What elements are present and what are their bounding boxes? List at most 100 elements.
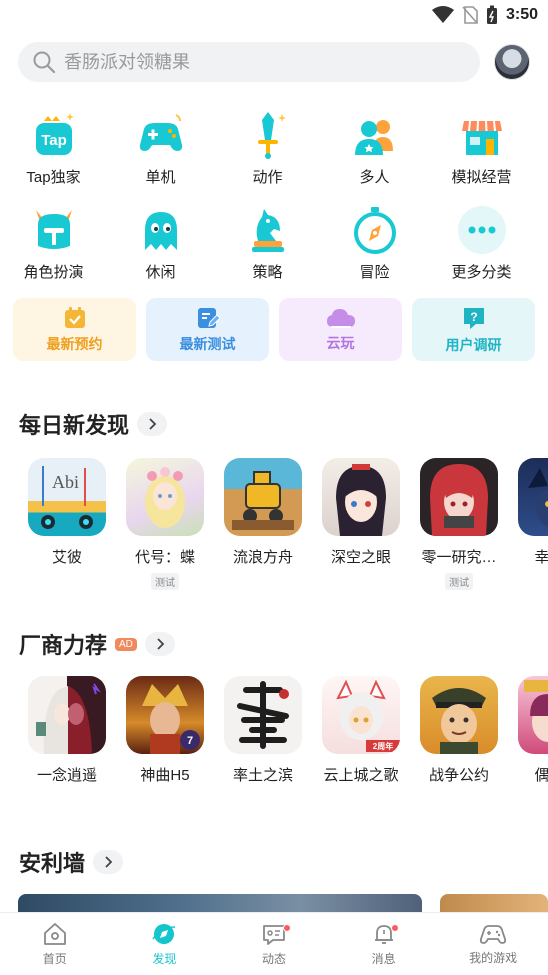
category-single-player[interactable]: 单机 — [107, 110, 214, 205]
game-icon — [224, 458, 302, 536]
game-card[interactable]: 7 神曲H5 — [116, 676, 214, 826]
daily-games-list: Abi 艾彼 代号：蝶 测试 流浪方舟 深空之眼 零一研究… 测试 幸存者 测 — [18, 458, 548, 608]
helmet-icon — [29, 205, 79, 255]
game-card[interactable]: 战争公约 — [410, 676, 508, 826]
ghost-icon — [136, 205, 186, 255]
game-icon — [224, 676, 302, 754]
category-label: 单机 — [145, 169, 176, 186]
test-tag: 测试 — [445, 573, 473, 590]
category-simulation[interactable]: 模拟经营 — [428, 110, 535, 205]
quick-link-label: 云玩 — [326, 334, 355, 351]
quick-link-beta-test[interactable]: 最新测试 — [146, 298, 269, 361]
question-icon: ? — [463, 307, 484, 329]
shop-icon — [457, 110, 507, 160]
ad-badge: AD — [115, 637, 137, 651]
tab-discover[interactable]: 发现 — [110, 913, 220, 975]
category-tap-exclusive[interactable]: Tap Tap独家 — [0, 110, 107, 205]
tap-exclusive-icon: Tap — [29, 110, 79, 160]
category-more[interactable]: 更多分类 — [428, 205, 535, 300]
game-card[interactable]: 零一研究… 测试 — [410, 458, 508, 608]
tab-messages[interactable]: 消息 — [329, 913, 439, 975]
game-name: 艾彼 — [51, 549, 82, 566]
game-icon — [518, 676, 548, 754]
search-box[interactable] — [18, 42, 480, 82]
game-card[interactable]: 偶像梦 — [508, 676, 548, 826]
game-name: 流浪方舟 — [232, 549, 293, 566]
svg-text:2周年: 2周年 — [373, 741, 393, 751]
tab-feed[interactable]: 动态 — [219, 913, 329, 975]
game-card[interactable]: 代号：蝶 测试 — [116, 458, 214, 608]
game-card[interactable]: 2周年 云上城之歌 — [312, 676, 410, 826]
category-multiplayer[interactable]: 多人 — [321, 110, 428, 205]
game-name: 战争公约 — [428, 767, 489, 784]
quick-link-user-survey[interactable]: ? 用户调研 — [412, 298, 535, 361]
game-name: 神曲H5 — [140, 767, 190, 784]
game-icon — [322, 458, 400, 536]
svg-text:Tap: Tap — [41, 132, 67, 149]
category-casual[interactable]: 休闲 — [107, 205, 214, 300]
tab-my-games[interactable]: 我的游戏 — [438, 913, 548, 975]
category-adventure[interactable]: 冒险 — [321, 205, 428, 300]
game-card[interactable]: Abi 艾彼 — [18, 458, 116, 608]
game-card[interactable]: 幸存者 测 — [508, 458, 548, 608]
game-name: 深空之眼 — [330, 549, 391, 566]
game-name: 云上城之歌 — [323, 767, 399, 784]
category-label: 动作 — [252, 169, 283, 186]
game-card[interactable]: 流浪方舟 — [214, 458, 312, 608]
calendar-check-icon — [64, 306, 85, 328]
chevron-right-icon — [105, 856, 113, 868]
category-label: 角色扮演 — [23, 264, 84, 281]
category-label: Tap独家 — [26, 169, 81, 186]
category-label: 更多分类 — [451, 264, 512, 281]
controller-icon — [480, 925, 507, 944]
wall-card[interactable] — [439, 894, 548, 914]
section-more-button[interactable] — [93, 850, 124, 874]
avatar[interactable] — [494, 44, 530, 80]
tab-home[interactable]: 首页 — [0, 913, 110, 975]
category-grid: Tap Tap独家 单机 动作 多人 模拟经营 角色扮演 休闲 策略 冒险 更多… — [0, 110, 548, 300]
category-label: 休闲 — [145, 264, 176, 281]
recommendation-wall — [18, 894, 548, 914]
section-title: 每日新发现 — [19, 413, 130, 438]
game-name: 一念逍遥 — [36, 767, 97, 784]
quick-link-reservation[interactable]: 最新预约 — [13, 298, 136, 361]
category-strategy[interactable]: 策略 — [214, 205, 321, 300]
category-action[interactable]: 动作 — [214, 110, 321, 205]
wifi-icon — [431, 6, 454, 23]
section-header-wall: 安利墙 — [19, 846, 124, 878]
game-card[interactable]: 一念逍遥 — [18, 676, 116, 826]
game-name: 率土之滨 — [232, 767, 293, 784]
cloud-icon — [326, 308, 355, 328]
quick-link-cloud-play[interactable]: 云玩 — [279, 298, 402, 361]
clock: 3:50 — [505, 6, 538, 23]
tab-label: 首页 — [42, 952, 67, 966]
category-label: 冒险 — [359, 264, 390, 281]
no-sim-icon — [462, 6, 478, 24]
home-icon — [43, 923, 66, 945]
notification-dot — [390, 924, 399, 932]
tab-label: 我的游戏 — [469, 951, 518, 965]
svg-text:?: ? — [470, 310, 477, 324]
section-more-button[interactable] — [144, 632, 175, 656]
search-icon — [33, 51, 56, 74]
section-header-daily: 每日新发现 — [19, 408, 168, 440]
game-icon: Abi — [28, 458, 106, 536]
sword-icon — [243, 110, 293, 160]
section-header-vendor: 厂商力荐 AD — [19, 628, 175, 660]
search-input[interactable] — [64, 51, 444, 73]
game-card[interactable]: 深空之眼 — [312, 458, 410, 608]
game-card[interactable]: 率土之滨 — [214, 676, 312, 826]
gamepad-icon — [136, 110, 186, 160]
game-icon — [28, 676, 106, 754]
battery-icon — [486, 5, 497, 24]
tab-label: 消息 — [371, 952, 396, 966]
wall-card[interactable] — [18, 894, 422, 914]
more-icon — [457, 205, 507, 255]
tab-label: 发现 — [152, 952, 177, 966]
section-more-button[interactable] — [137, 412, 168, 436]
search-row — [18, 42, 538, 82]
svg-text:Abi: Abi — [52, 472, 79, 492]
game-icon — [518, 458, 548, 536]
section-title: 安利墙 — [19, 851, 86, 876]
category-rpg[interactable]: 角色扮演 — [0, 205, 107, 300]
